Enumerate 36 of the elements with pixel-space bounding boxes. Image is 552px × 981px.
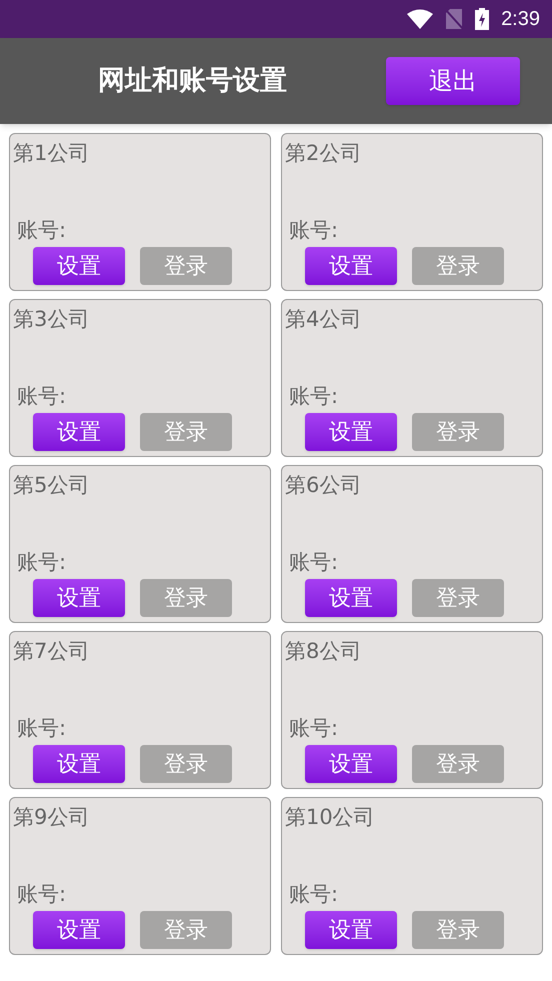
- set-button[interactable]: 设置: [33, 413, 125, 451]
- account-label: 账号:: [17, 217, 66, 244]
- set-button[interactable]: 设置: [305, 911, 397, 949]
- status-time: 2:39: [501, 7, 540, 32]
- company-name: 第2公司: [285, 140, 362, 167]
- account-label: 账号:: [17, 715, 66, 742]
- account-label: 账号:: [289, 217, 338, 244]
- set-button[interactable]: 设置: [305, 579, 397, 617]
- page-title: 网址和账号设置: [98, 64, 287, 98]
- company-name: 第6公司: [285, 472, 362, 499]
- battery-charging-icon: [475, 8, 490, 30]
- account-label: 账号:: [289, 715, 338, 742]
- account-label: 账号:: [17, 549, 66, 576]
- account-label: 账号:: [17, 383, 66, 410]
- company-name: 第8公司: [285, 638, 362, 665]
- wifi-icon: [407, 9, 434, 29]
- company-name: 第7公司: [13, 638, 90, 665]
- account-label: 账号:: [289, 549, 338, 576]
- account-label: 账号:: [17, 881, 66, 908]
- set-button[interactable]: 设置: [305, 247, 397, 285]
- set-button[interactable]: 设置: [33, 579, 125, 617]
- sim-off-icon: [445, 8, 464, 30]
- company-name: 第5公司: [13, 472, 90, 499]
- company-name: 第1公司: [13, 140, 90, 167]
- exit-button[interactable]: 退出: [386, 57, 520, 105]
- company-name: 第9公司: [13, 804, 90, 831]
- set-button[interactable]: 设置: [305, 745, 397, 783]
- company-name: 第3公司: [13, 306, 90, 333]
- set-button[interactable]: 设置: [33, 911, 125, 949]
- company-name: 第10公司: [285, 804, 375, 831]
- set-button[interactable]: 设置: [305, 413, 397, 451]
- company-name: 第4公司: [285, 306, 362, 333]
- set-button[interactable]: 设置: [33, 247, 125, 285]
- set-button[interactable]: 设置: [33, 745, 125, 783]
- account-label: 账号:: [289, 881, 338, 908]
- account-label: 账号:: [289, 383, 338, 410]
